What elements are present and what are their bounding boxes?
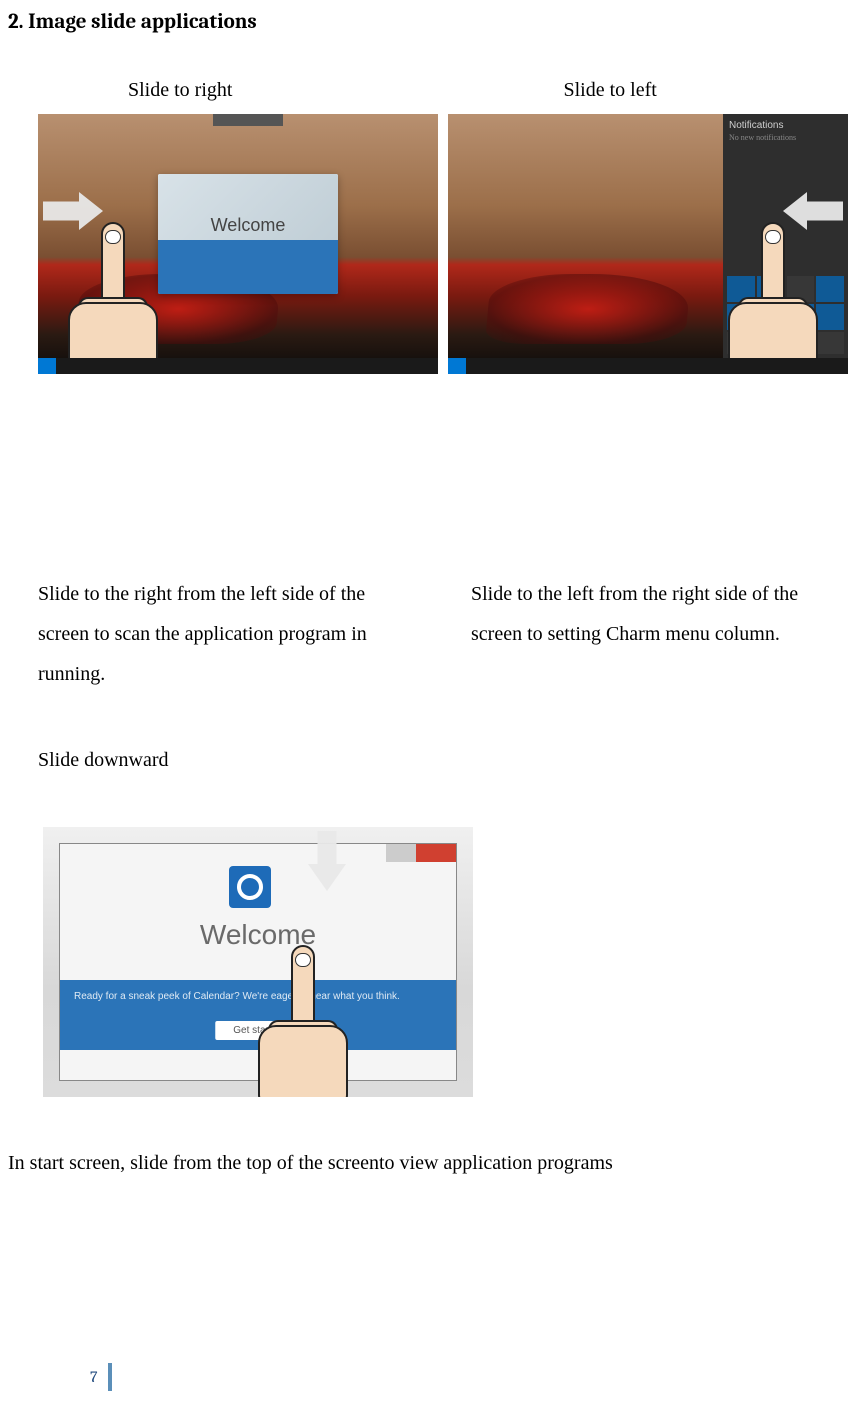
outlook-logo-icon [229, 866, 271, 908]
hand-gesture-icon [58, 222, 168, 374]
page-number: 7 [90, 1368, 98, 1386]
close-button-icon [416, 844, 456, 862]
hand-gesture-icon [718, 222, 828, 374]
tab-indicator [213, 114, 283, 126]
screenshot-slide-right: Welcome [38, 114, 438, 374]
start-button-icon [448, 358, 466, 374]
hand-gesture-icon [248, 945, 358, 1097]
start-button-icon [38, 358, 56, 374]
screenshot-slide-left: Notifications No new notifications [448, 114, 848, 374]
footer-divider [108, 1363, 112, 1391]
welcome-popup-title: Welcome [158, 174, 338, 240]
caption-slide-left: Slide to left [414, 79, 850, 102]
minimize-button-icon [386, 844, 416, 862]
taskbar [38, 358, 438, 374]
description-slide-right: Slide to the right from the left side of… [38, 574, 416, 694]
wallpaper-car [485, 274, 691, 344]
screenshot-slide-down: Welcome Ready for a sneak peek of Calend… [43, 827, 473, 1097]
welcome-popup-body [158, 240, 338, 294]
notification-title: Notifications [723, 114, 848, 133]
description-slide-left: Slide to the left from the right side of… [416, 574, 849, 694]
notification-subtext: No new notifications [723, 133, 848, 142]
welcome-popup: Welcome [158, 174, 338, 294]
description-slide-down: In start screen, slide from the top of t… [8, 1147, 849, 1179]
page-footer: 7 [90, 1363, 112, 1391]
section-heading: 2. Image slide applications [8, 10, 849, 34]
caption-slide-right: Slide to right [8, 79, 414, 102]
taskbar [448, 358, 848, 374]
caption-slide-down: Slide downward [8, 749, 849, 772]
